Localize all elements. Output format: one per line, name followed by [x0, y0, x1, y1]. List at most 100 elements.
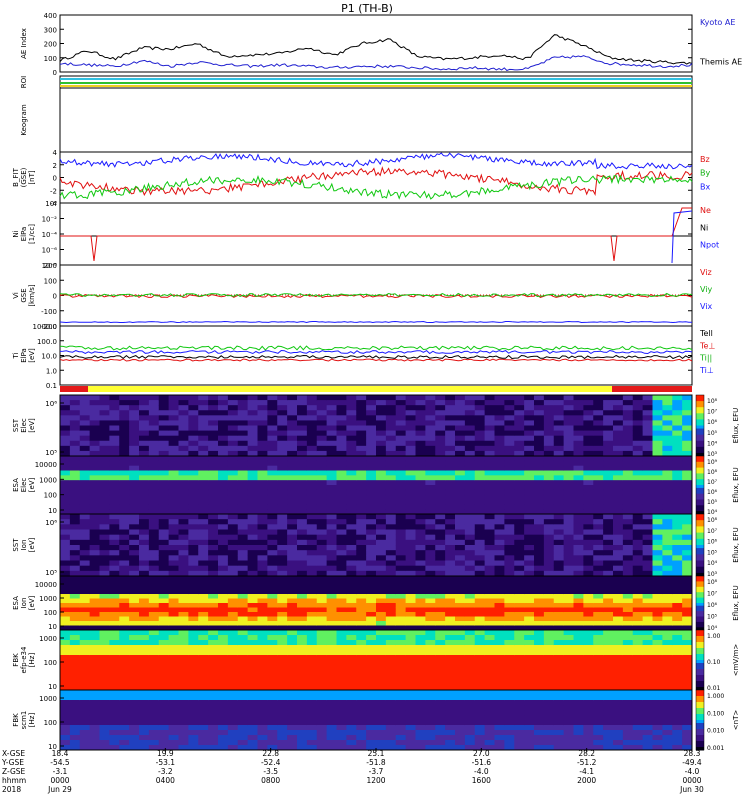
spectrogram-cell	[514, 690, 524, 695]
spectrogram-cell	[682, 555, 692, 561]
footer-row-label: X-GSE	[2, 749, 25, 758]
spectrogram-cell	[435, 514, 445, 520]
spectrogram-cell	[416, 466, 426, 471]
spectrogram-cell	[623, 456, 633, 461]
spectrogram-cell	[623, 590, 633, 595]
spectrogram-cell	[465, 535, 475, 541]
spectrogram-cell	[109, 524, 119, 530]
spectrogram-cell	[603, 705, 613, 710]
spectrogram-cell	[327, 446, 337, 451]
spectrogram-cell	[327, 420, 337, 425]
spectrogram-cell	[179, 655, 189, 660]
spectrogram-cell	[613, 475, 623, 480]
spectrogram-cell	[346, 410, 356, 415]
spectrogram-cell	[218, 426, 228, 431]
colorbar-sst_e	[696, 429, 704, 433]
spectrogram-cell	[366, 655, 376, 660]
spectrogram-cell	[396, 490, 406, 495]
spectrogram-cell	[169, 461, 179, 466]
spectrogram-cell	[662, 555, 672, 561]
spectrogram-cell	[287, 545, 297, 551]
spectrogram-cell	[327, 410, 337, 415]
spectrogram-cell	[366, 405, 376, 410]
spectrogram-cell	[386, 630, 396, 635]
spectrogram-cell	[258, 466, 268, 471]
spectrogram-cell	[80, 720, 90, 725]
spectrogram-cell	[396, 524, 406, 530]
spectrogram-cell	[455, 730, 465, 735]
spectrogram-cell	[455, 640, 465, 645]
spectrogram-cell	[109, 670, 119, 675]
spectrogram-cell	[287, 581, 297, 586]
spectrogram-cell	[455, 436, 465, 441]
spectrogram-cell	[307, 655, 317, 660]
spectrogram-cell	[662, 603, 672, 608]
spectrogram-cell	[633, 566, 643, 572]
spectrogram-cell	[682, 665, 692, 670]
spectrogram-cell	[208, 660, 218, 665]
spectrogram-cell	[139, 519, 149, 525]
spectrogram-cell	[169, 720, 179, 725]
spectrogram-cell	[514, 530, 524, 536]
spectrogram-cell	[258, 715, 268, 720]
spectrogram-cell	[356, 566, 366, 572]
spectrogram-cell	[317, 730, 327, 735]
spectrogram-cell	[159, 735, 169, 740]
colorbar-tick-sst_i: 10⁴	[707, 560, 718, 567]
spectrogram-cell	[287, 710, 297, 715]
ylabel-esa_e: Elec	[20, 478, 28, 493]
spectrogram-cell	[583, 603, 593, 608]
spectrogram-cell	[159, 519, 169, 525]
spectrogram-cell	[593, 700, 603, 705]
spectrogram-cell	[307, 441, 317, 446]
spectrogram-cell	[119, 436, 129, 441]
spectrogram-cell	[376, 461, 386, 466]
spectrogram-cell	[376, 415, 386, 420]
spectrogram-cell	[416, 695, 426, 700]
colorbar-label-sst_e: Eflux, EFU	[732, 408, 740, 443]
spectrogram-cell	[356, 621, 366, 626]
spectrogram-cell	[574, 415, 584, 420]
spectrogram-cell	[109, 608, 119, 613]
spectrogram-cell	[228, 514, 238, 520]
spectrogram-cell	[435, 585, 445, 590]
spectrogram-cell	[583, 599, 593, 604]
spectrogram-cell	[623, 400, 633, 405]
legend-velocity: Viy	[700, 285, 713, 294]
spectrogram-cell	[366, 735, 376, 740]
spectrogram-cell	[514, 535, 524, 541]
spectrogram-cell	[514, 540, 524, 546]
spectrogram-cell	[386, 730, 396, 735]
spectrogram-cell	[396, 504, 406, 509]
spectrogram-cell	[208, 581, 218, 586]
spectrogram-cell	[406, 485, 416, 490]
spectrogram-cell	[653, 415, 663, 420]
spectrogram-cell	[574, 461, 584, 466]
spectrogram-cell	[593, 415, 603, 420]
spectrogram-cell	[100, 555, 110, 561]
spectrogram-cell	[514, 441, 524, 446]
ytick-label-ae: 200	[44, 41, 57, 49]
spectrogram-cell	[386, 436, 396, 441]
spectrogram-cell	[465, 475, 475, 480]
spectrogram-cell	[475, 710, 485, 715]
spectrogram-cell	[248, 599, 258, 604]
spectrogram-cell	[188, 561, 198, 567]
spectrogram-cell	[653, 695, 663, 700]
spectrogram-cell	[416, 640, 426, 645]
spectrogram-cell	[633, 405, 643, 410]
spectrogram-cell	[198, 581, 208, 586]
spectrogram-cell	[485, 695, 495, 700]
spectrogram-cell	[149, 495, 159, 500]
spectrogram-cell	[435, 715, 445, 720]
spectrogram-cell	[238, 621, 248, 626]
spectrogram-cell	[514, 545, 524, 551]
spectrogram-cell	[327, 514, 337, 520]
spectrogram-cell	[208, 650, 218, 655]
spectrogram-cell	[258, 720, 268, 725]
spectrogram-cell	[564, 621, 574, 626]
spectrogram-cell	[60, 530, 70, 536]
spectrogram-cell	[90, 524, 100, 530]
spectrogram-cell	[129, 555, 139, 561]
colorbar-tick-sst_i: 10⁶	[707, 539, 718, 546]
